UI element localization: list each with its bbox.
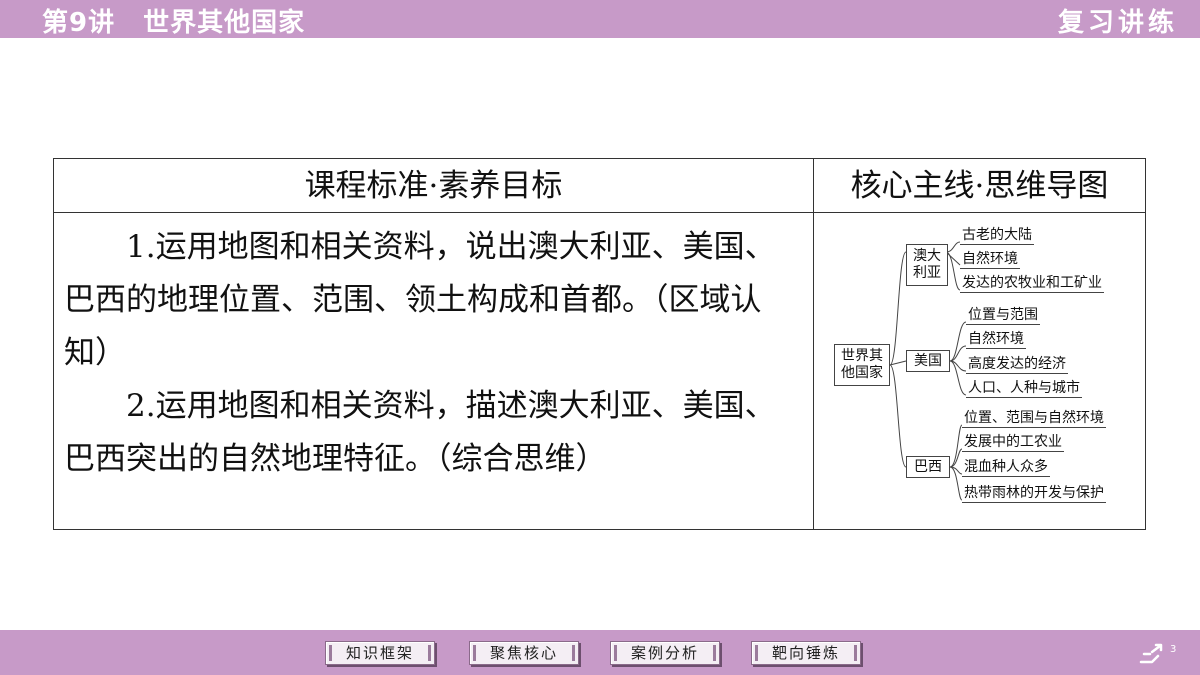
nav-case-analysis-button[interactable]: 案例分析 bbox=[610, 641, 720, 665]
col-header-mindmap: 核心主线·思维导图 bbox=[850, 168, 1109, 204]
mindmap-root: 世界其他国家 bbox=[834, 344, 890, 386]
mindmap-leaf: 自然环境 bbox=[960, 251, 1020, 269]
mindmap-leaf: 发达的农牧业和工矿业 bbox=[960, 275, 1104, 293]
mindmap-branch-usa: 美国 bbox=[906, 350, 950, 372]
page-indicator[interactable]: 3 bbox=[1138, 640, 1180, 672]
mindmap-leaf: 位置、范围与自然环境 bbox=[962, 410, 1106, 428]
mindmap-branch-brazil: 巴西 bbox=[906, 456, 950, 478]
col-header-standards: 课程标准·素养目标 bbox=[304, 168, 563, 204]
lesson-number: 第9讲 bbox=[42, 8, 116, 38]
mindmap-leaf: 人口、人种与城市 bbox=[966, 380, 1082, 398]
mindmap-leaf: 古老的大陆 bbox=[960, 227, 1034, 245]
mindmap-leaf: 混血种人众多 bbox=[962, 459, 1050, 477]
mindmap-leaf: 自然环境 bbox=[966, 331, 1026, 349]
nav-targeted-practice-button[interactable]: 靶向锤炼 bbox=[751, 641, 861, 665]
objectives-text: 1.运用地图和相关资料，说出澳大利亚、美国、巴西的地理位置、范围、领土构成和首都… bbox=[64, 221, 802, 486]
objective-1: 1.运用地图和相关资料，说出澳大利亚、美国、巴西的地理位置、范围、领土构成和首都… bbox=[64, 229, 776, 371]
mindmap-leaf: 高度发达的经济 bbox=[966, 356, 1068, 374]
nav-focus-core-button[interactable]: 聚焦核心 bbox=[469, 641, 579, 665]
column-divider bbox=[813, 159, 814, 529]
footer-bar: 知识框架 聚焦核心 案例分析 靶向锤炼 bbox=[0, 630, 1200, 675]
page-number: 3 bbox=[1170, 644, 1177, 655]
nav-knowledge-framework-button[interactable]: 知识框架 bbox=[325, 641, 435, 665]
lesson-title: 第9讲 世界其他国家 bbox=[42, 2, 305, 39]
mind-map: 世界其他国家 澳大利亚 美国 巴西 古老的大陆 自然环境 发达的农牧业和工矿业 … bbox=[820, 220, 1136, 510]
section-title: 复习讲练 bbox=[1057, 8, 1178, 38]
lesson-name: 世界其他国家 bbox=[143, 8, 306, 38]
mindmap-leaf: 热带雨林的开发与保护 bbox=[962, 485, 1106, 503]
objective-2: 2.运用地图和相关资料，描述澳大利亚、美国、巴西突出的自然地理特征。（综合思维） bbox=[64, 388, 776, 477]
header-bar: 第9讲 世界其他国家 复习讲练 bbox=[0, 0, 1200, 38]
mindmap-leaf: 位置与范围 bbox=[966, 307, 1040, 325]
mindmap-branch-australia: 澳大利亚 bbox=[906, 244, 948, 286]
mindmap-leaf: 发展中的工农业 bbox=[962, 434, 1064, 452]
